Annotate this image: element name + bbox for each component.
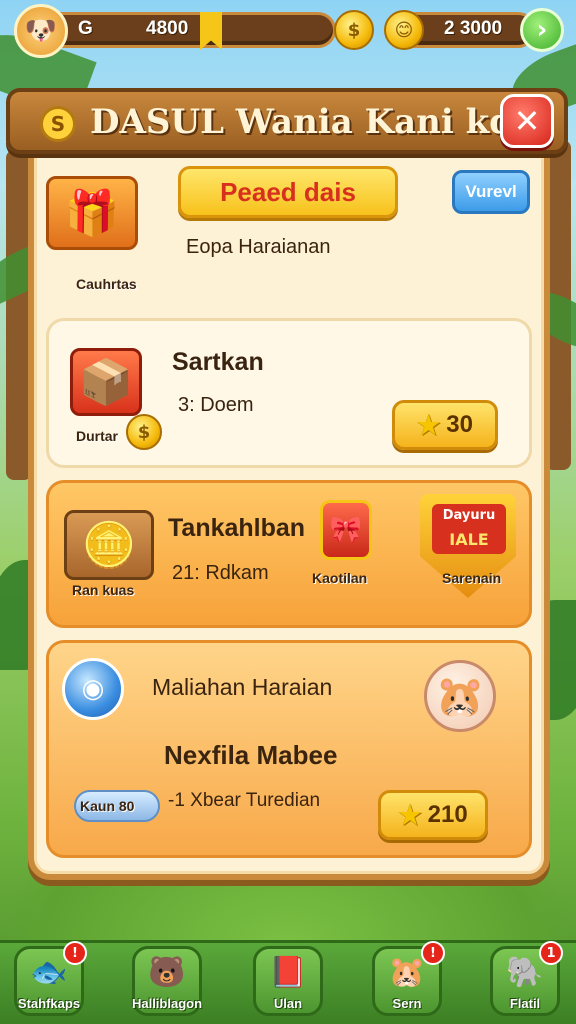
reward-value: 210 [427,801,468,828]
sign-bottom-text: IALE [449,530,489,549]
bottom-navigation: 🐟 ! Stahfkaps 🐻 Halliblagon 📕 Ulan 🐹 ! S… [0,940,576,1024]
nav-item-2[interactable]: 🐻 Halliblagon [132,946,202,1016]
add-currency-button[interactable]: › [520,8,564,52]
treasure-chest-icon: 🎁 [46,176,138,250]
nav-label: Halliblagon [131,996,203,1011]
fish-icon: 🐟 [30,955,68,990]
hamster-icon: 🐹 [424,660,496,732]
star-icon: ★ [398,799,422,830]
quest-title: Sartkan [172,348,264,376]
close-button[interactable]: ✕ [500,94,554,148]
quest-title: Tankahlban [168,514,306,542]
panel-header: S DASUL Wania Kani kd [6,88,568,154]
nav-label: Sern [392,996,422,1011]
featured-subtitle: Eopa Haraianan [186,236,331,258]
notification-badge: ! [63,941,87,965]
nav-item-1[interactable]: 🐟 ! Stahfkaps [14,941,87,1016]
nav-label: Stahfkaps [17,996,81,1011]
quest-subtitle: Nexfila Mabee [164,740,338,770]
chest-caption: Durtar [76,428,119,444]
quest-detail: -1 Xbear Turedian [168,790,321,811]
notification-badge: ! [421,941,445,965]
nav-item-4[interactable]: 🐹 ! Sern [372,941,445,1016]
sale-sign-panel: Dayuru IALE [432,504,506,554]
present-icon: 🎀 [320,500,372,560]
chest-caption: Ran kuas [72,582,135,598]
player-avatar[interactable]: 🐶 [14,4,68,58]
hamster-nav-icon: 🐹 [388,955,426,990]
coin-icon: $ [334,10,374,50]
view-button[interactable]: Vurevl [452,170,530,214]
elephant-icon: 🐘 [506,955,544,990]
close-icon: ✕ [513,102,541,140]
disc-icon: ◉ [62,658,124,720]
gem-coin-icon: 😊 [384,10,424,50]
header-badge: S [40,106,76,142]
star-icon: ★ [416,409,441,440]
page-title: DASUL Wania Kani kd [90,102,513,142]
item-caption: Sarenain [442,570,502,586]
coin-count: 4800 [146,18,189,39]
bear-icon: 🐻 [148,955,186,990]
quest-detail: 21: Rdkam [172,562,269,584]
reward-button[interactable]: ★ 210 [378,790,488,840]
reward-value: 30 [446,411,473,438]
quest-detail: 3: Doem [178,394,254,416]
notification-badge: 1 [539,941,563,965]
gold-coin-icon: $ [126,414,162,450]
nav-item-5[interactable]: 🐘 1 Flatil [490,941,563,1016]
gold-basket-icon: 🪙 [64,510,154,580]
gem-count: 2 3000 [444,18,503,39]
reward-button[interactable]: ★ 30 [392,400,498,450]
nav-item-3[interactable]: 📕 Ulan [253,946,323,1016]
chest-caption: Cauhrtas [76,276,137,292]
pill-caption: Kaun 80 [80,798,135,814]
level-text: G [78,18,93,39]
gift-box-icon: 📦 [70,348,142,416]
nav-label: Ulan [273,996,303,1011]
item-caption: Kaotilan [312,570,368,586]
nav-label: Flatil [509,996,541,1011]
featured-banner[interactable]: Peaed dais [178,166,398,218]
book-icon: 📕 [269,955,307,990]
sign-top-text: Dayuru [442,508,496,523]
top-hud: 🐶 G 4800 $ 😊 2 3000 › [0,0,576,62]
quest-title: Maliahan Haraian [152,674,333,700]
